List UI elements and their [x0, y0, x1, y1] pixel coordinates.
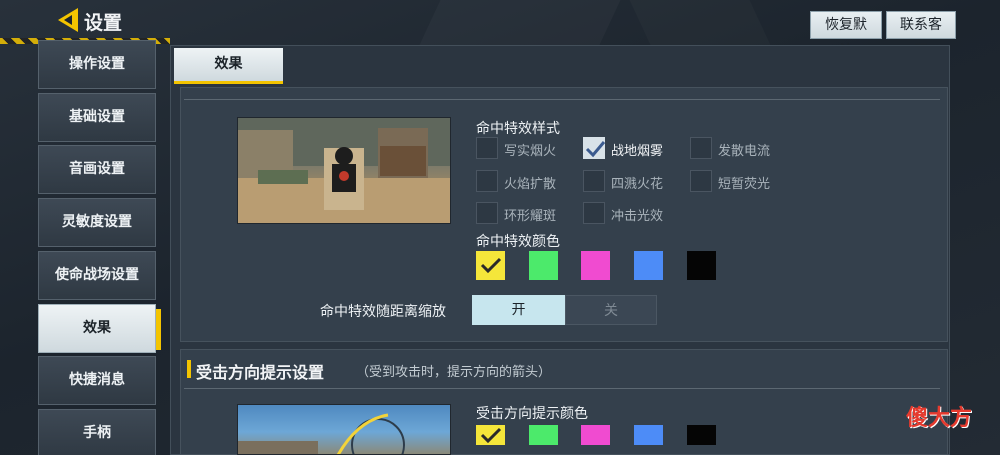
direction-color-swatch-black[interactable]	[687, 425, 716, 445]
page-title: 设置	[84, 12, 123, 34]
style-checkbox-spark-splash[interactable]	[583, 170, 605, 192]
direction-color-swatch-blue[interactable]	[634, 425, 663, 445]
style-checkbox-divergent-current[interactable]	[690, 137, 712, 159]
background-shape	[630, 0, 771, 45]
tab-effect[interactable]: 效果	[174, 48, 283, 81]
checkmark-icon	[585, 141, 606, 158]
hit-direction-color-title: 受击方向提示颜色	[476, 406, 588, 422]
sidebar-item-quick-message[interactable]: 快捷消息	[38, 356, 156, 405]
restore-default-button[interactable]: 恢复默认	[810, 11, 882, 59]
section-divider	[184, 388, 940, 389]
toggle-off-button[interactable]: 关	[565, 295, 657, 325]
sidebar-item-battlefield[interactable]: 使命战场设置	[38, 251, 156, 300]
sidebar-item-controller[interactable]: 手柄	[38, 409, 156, 455]
color-swatch-yellow[interactable]	[476, 251, 505, 280]
color-swatch-blue[interactable]	[634, 251, 663, 280]
checkmark-icon	[480, 257, 502, 274]
style-label-flame-spread: 火焰扩散	[504, 177, 557, 192]
sidebar-item-sensitivity[interactable]: 灵敏度设置	[38, 198, 156, 247]
checkmark-icon	[480, 427, 502, 444]
hit-effect-color-title: 命中特效颜色	[476, 234, 560, 250]
hit-direction-preview-image	[237, 404, 451, 455]
style-checkbox-impact-light[interactable]	[583, 202, 605, 224]
style-checkbox-flame-spread[interactable]	[476, 170, 498, 192]
style-checkbox-brief-glow[interactable]	[690, 170, 712, 192]
back-button[interactable]	[54, 6, 80, 34]
direction-color-swatch-yellow[interactable]	[476, 425, 505, 445]
style-label-divergent-current: 发散电流	[718, 144, 771, 159]
sidebar-item-audio-video[interactable]: 音画设置	[38, 145, 156, 194]
hit-direction-title: 受击方向提示设置	[196, 363, 325, 382]
background-shape	[420, 0, 621, 45]
sidebar-item-operation[interactable]: 操作设置	[38, 40, 156, 89]
tab-underline	[174, 81, 283, 84]
sidebar-item-effect[interactable]: 效果	[38, 304, 161, 353]
style-label-battlefield-smoke: 战地烟雾	[611, 144, 664, 159]
color-swatch-pink[interactable]	[581, 251, 610, 280]
toggle-on-button[interactable]: 开	[472, 295, 565, 325]
color-swatch-green[interactable]	[529, 251, 558, 280]
direction-color-swatch-pink[interactable]	[581, 425, 610, 445]
target-scene-illustration	[238, 118, 450, 223]
style-checkbox-ring-flare[interactable]	[476, 202, 498, 224]
contact-service-button[interactable]: 联系客服	[886, 11, 956, 59]
watermark-text: 傻大方	[906, 406, 973, 431]
style-checkbox-battlefield-smoke[interactable]	[583, 137, 606, 159]
direction-color-swatch-green[interactable]	[529, 425, 558, 445]
style-label-realistic-fire: 写实烟火	[504, 144, 557, 159]
section-accent-bar	[187, 360, 191, 378]
back-arrow-icon	[58, 8, 78, 32]
hit-effect-style-title: 命中特效样式	[476, 121, 560, 137]
sidebar-item-basic[interactable]: 基础设置	[38, 93, 156, 142]
hit-direction-note: （受到攻击时，提示方向的箭头）	[356, 365, 552, 380]
ferris-wheel-scene-illustration	[238, 413, 405, 454]
distance-scale-label: 命中特效随距离缩放	[320, 304, 446, 320]
style-checkbox-realistic-fire[interactable]	[476, 137, 498, 159]
color-swatch-black[interactable]	[687, 251, 716, 280]
section-divider	[184, 99, 940, 100]
style-label-ring-flare: 环形耀斑	[504, 209, 557, 224]
style-label-brief-glow: 短暂荧光	[718, 177, 771, 192]
style-label-spark-splash: 四溅火花	[611, 177, 664, 192]
hit-effect-preview-image	[237, 117, 451, 224]
style-label-impact-light: 冲击光效	[611, 209, 664, 224]
